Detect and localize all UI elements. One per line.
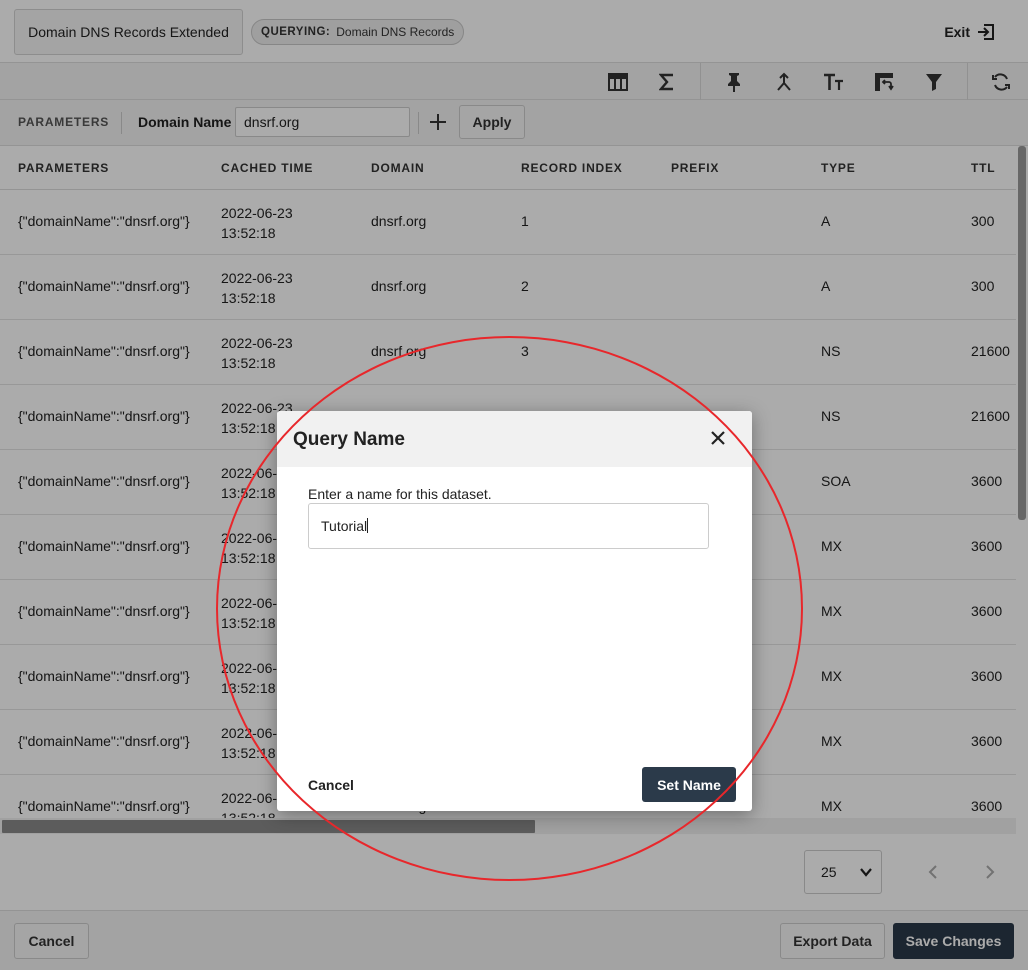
text-cursor [367, 518, 369, 533]
dialog-prompt: Enter a name for this dataset. [308, 486, 492, 502]
dataset-name-value: Tutorial [321, 518, 368, 534]
dialog-title: Query Name [293, 429, 405, 450]
query-name-dialog: Query Name Enter a name for this dataset… [277, 411, 752, 811]
dialog-cancel-button[interactable]: Cancel [308, 777, 354, 793]
close-icon[interactable] [710, 430, 726, 446]
dataset-name-input[interactable]: Tutorial [308, 503, 709, 549]
set-name-button[interactable]: Set Name [642, 767, 736, 802]
dialog-header: Query Name [277, 411, 752, 467]
